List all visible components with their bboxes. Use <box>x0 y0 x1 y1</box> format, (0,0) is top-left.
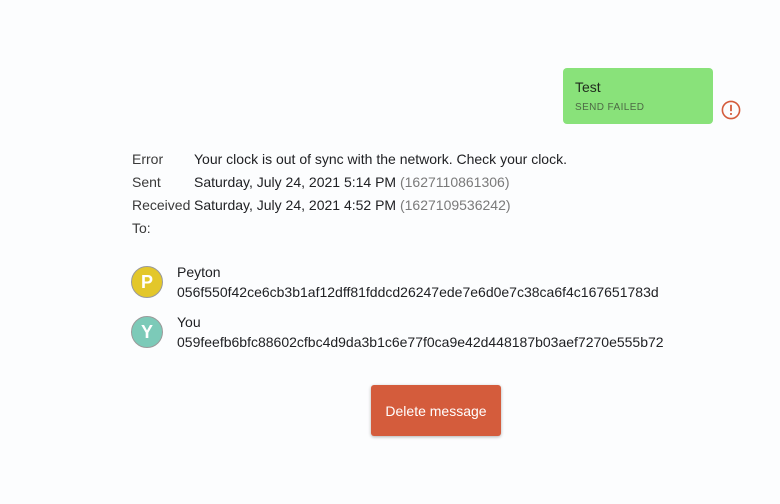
recipient-name: Peyton <box>177 264 221 280</box>
avatar: P <box>131 266 163 298</box>
error-row: Error Your clock is out of sync with the… <box>132 148 567 171</box>
recipient-you: Y You 059feefb6bfc88602cfbc4d9da3b1c6e77… <box>131 312 664 352</box>
recipient-key: 059feefb6bfc88602cfbc4d9da3b1c6e77f0ca9e… <box>177 334 664 350</box>
recipient-name: You <box>177 314 201 330</box>
to-label: To: <box>132 220 151 236</box>
error-circle-icon <box>721 100 741 120</box>
sent-timestamp: (1627110861306) <box>399 174 510 190</box>
message-status: SEND FAILED <box>575 102 645 113</box>
error-value: Your clock is out of sync with the netwo… <box>194 151 567 167</box>
recipient-peyton: P Peyton 056f550f42ce6cb3b1af12dff81fddc… <box>131 262 659 302</box>
delete-message-button[interactable]: Delete message <box>371 385 501 436</box>
sent-label: Sent <box>132 174 161 190</box>
sent-value: Saturday, July 24, 2021 5:14 PM (1627110… <box>194 171 510 194</box>
received-value: Saturday, July 24, 2021 4:52 PM (1627109… <box>194 194 511 217</box>
sent-date: Saturday, July 24, 2021 5:14 PM <box>194 174 397 190</box>
received-row: Received Saturday, July 24, 2021 4:52 PM… <box>132 194 567 217</box>
recipient-key: 056f550f42ce6cb3b1af12dff81fddcd26247ede… <box>177 284 659 300</box>
message-text: Test <box>575 79 601 95</box>
avatar: Y <box>131 316 163 348</box>
message-detail-page: Test SEND FAILED Error Your clock is out… <box>0 0 780 504</box>
received-timestamp: (1627109536242) <box>399 197 511 213</box>
message-bubble: Test SEND FAILED <box>563 68 713 124</box>
message-details: Error Your clock is out of sync with the… <box>132 148 567 240</box>
sent-row: Sent Saturday, July 24, 2021 5:14 PM (16… <box>132 171 567 194</box>
received-label: Received <box>132 197 191 213</box>
to-row: To: <box>132 217 567 240</box>
error-label: Error <box>132 151 164 167</box>
received-date: Saturday, July 24, 2021 4:52 PM <box>194 197 397 213</box>
